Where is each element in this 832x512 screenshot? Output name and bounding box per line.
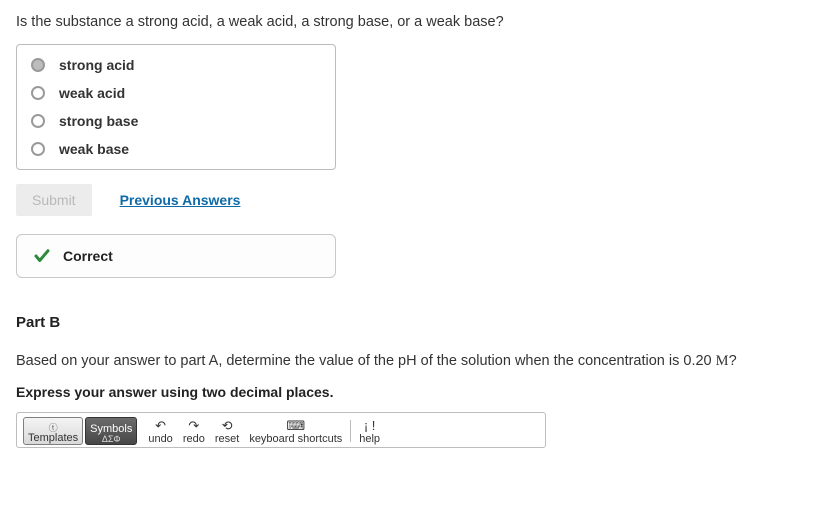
answer-instruction: Express your answer using two decimal pl… (16, 384, 816, 400)
choice-weak-acid[interactable]: weak acid (17, 79, 335, 107)
feedback-correct: Correct (16, 234, 336, 278)
help-label: help (359, 434, 380, 445)
redo-button[interactable]: ↷ redo (179, 417, 209, 445)
choice-label: strong base (59, 113, 138, 129)
submit-button[interactable]: Submit (16, 184, 92, 216)
choice-weak-base[interactable]: weak base (17, 135, 335, 163)
templates-label: Templates (28, 433, 78, 444)
undo-label: undo (148, 434, 172, 445)
choice-strong-base[interactable]: strong base (17, 107, 335, 135)
part-a-question: Is the substance a strong acid, a weak a… (16, 14, 816, 30)
unit-molar: M (716, 353, 729, 369)
radio-icon (31, 142, 45, 156)
check-icon (33, 247, 51, 265)
templates-tab[interactable]: ⓣ Templates (23, 417, 83, 445)
undo-icon: ↶ (155, 419, 166, 432)
equation-editor[interactable]: ⓣ Templates Symbols ΔΣΦ ↶ undo ↷ redo ⟲ … (16, 412, 546, 448)
choice-label: weak base (59, 141, 129, 157)
previous-answers-link[interactable]: Previous Answers (120, 192, 241, 208)
editor-toolbar: ⓣ Templates Symbols ΔΣΦ ↶ undo ↷ redo ⟲ … (23, 417, 539, 445)
reset-button[interactable]: ⟲ reset (211, 417, 243, 445)
reset-label: reset (215, 434, 239, 445)
redo-label: redo (183, 434, 205, 445)
part-b-question-prefix: Based on your answer to part A, determin… (16, 353, 716, 369)
choice-label: strong acid (59, 57, 134, 73)
reset-icon: ⟲ (222, 419, 233, 432)
symbols-tab[interactable]: Symbols ΔΣΦ (85, 417, 137, 445)
feedback-text: Correct (63, 248, 113, 264)
radio-icon (31, 86, 45, 100)
choice-strong-acid[interactable]: strong acid (17, 51, 335, 79)
choice-group: strong acid weak acid strong base weak b… (16, 44, 336, 170)
part-b-question-suffix: ? (729, 353, 737, 369)
choice-label: weak acid (59, 85, 125, 101)
keyboard-shortcuts-button[interactable]: ⌨ keyboard shortcuts (245, 417, 346, 445)
part-b-heading: Part B (16, 314, 816, 331)
template-glyph-icon: ⓣ (49, 424, 58, 433)
radio-icon (31, 114, 45, 128)
action-row: Submit Previous Answers (16, 184, 816, 216)
help-button[interactable]: ¡ ! help (355, 417, 384, 445)
toolbar-separator (350, 420, 351, 442)
help-icon: ¡ ! (364, 419, 376, 432)
radio-icon (31, 58, 45, 72)
undo-button[interactable]: ↶ undo (144, 417, 176, 445)
part-b-question: Based on your answer to part A, determin… (16, 353, 816, 370)
redo-icon: ↷ (188, 419, 199, 432)
symbols-glyph-icon: ΔΣΦ (102, 435, 121, 444)
keyboard-icon: ⌨ (286, 419, 305, 432)
keyboard-label: keyboard shortcuts (249, 434, 342, 445)
